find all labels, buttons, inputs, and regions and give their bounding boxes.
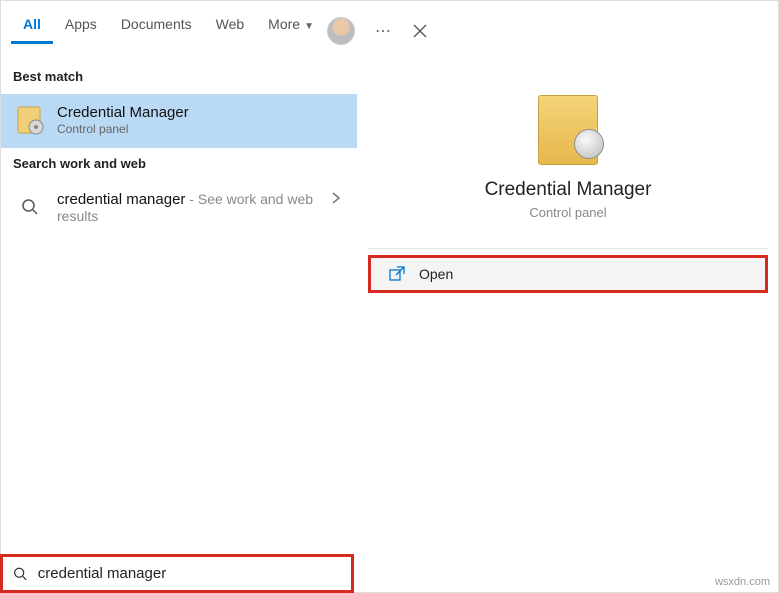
search-tab-bar: All Apps Documents Web More▼ ⋯ bbox=[1, 1, 778, 47]
result-credential-manager[interactable]: Credential Manager Control panel bbox=[1, 94, 357, 148]
result-web-credential-manager[interactable]: credential manager - See work and web re… bbox=[1, 181, 357, 236]
chevron-down-icon: ▼ bbox=[304, 21, 314, 32]
result-title: Credential Manager bbox=[57, 104, 189, 121]
detail-title: Credential Manager bbox=[368, 179, 768, 201]
credential-manager-large-icon bbox=[538, 95, 598, 165]
credential-manager-icon bbox=[15, 105, 45, 135]
results-panel: Best match Credential Manager Control pa… bbox=[1, 47, 357, 554]
detail-subtitle: Control panel bbox=[368, 205, 768, 220]
close-button[interactable] bbox=[413, 24, 427, 38]
watermark: wsxdn.com bbox=[707, 572, 778, 592]
tab-web[interactable]: Web bbox=[204, 4, 257, 44]
section-search-web: Search work and web bbox=[1, 148, 357, 181]
taskbar-search: wsxdn.com bbox=[1, 554, 778, 592]
web-result-line1: credential manager - See work and web bbox=[57, 191, 313, 208]
search-box[interactable] bbox=[0, 554, 354, 593]
tab-more[interactable]: More▼ bbox=[256, 4, 326, 44]
divider bbox=[368, 248, 768, 249]
tab-all[interactable]: All bbox=[11, 4, 53, 44]
open-icon bbox=[389, 266, 405, 282]
chevron-right-icon bbox=[331, 191, 341, 210]
result-subtitle: Control panel bbox=[57, 122, 189, 136]
tab-documents[interactable]: Documents bbox=[109, 4, 204, 44]
search-icon bbox=[15, 191, 45, 221]
open-label: Open bbox=[419, 266, 453, 282]
close-icon bbox=[413, 24, 427, 38]
detail-panel: Credential Manager Control panel Open bbox=[357, 47, 778, 554]
search-input[interactable] bbox=[38, 565, 341, 582]
tab-apps[interactable]: Apps bbox=[53, 4, 109, 44]
web-result-line2: results bbox=[57, 208, 313, 224]
open-action[interactable]: Open bbox=[368, 255, 768, 293]
more-options-button[interactable]: ⋯ bbox=[375, 21, 393, 41]
search-icon bbox=[13, 566, 28, 582]
section-best-match: Best match bbox=[1, 61, 357, 94]
user-avatar[interactable] bbox=[327, 17, 355, 45]
